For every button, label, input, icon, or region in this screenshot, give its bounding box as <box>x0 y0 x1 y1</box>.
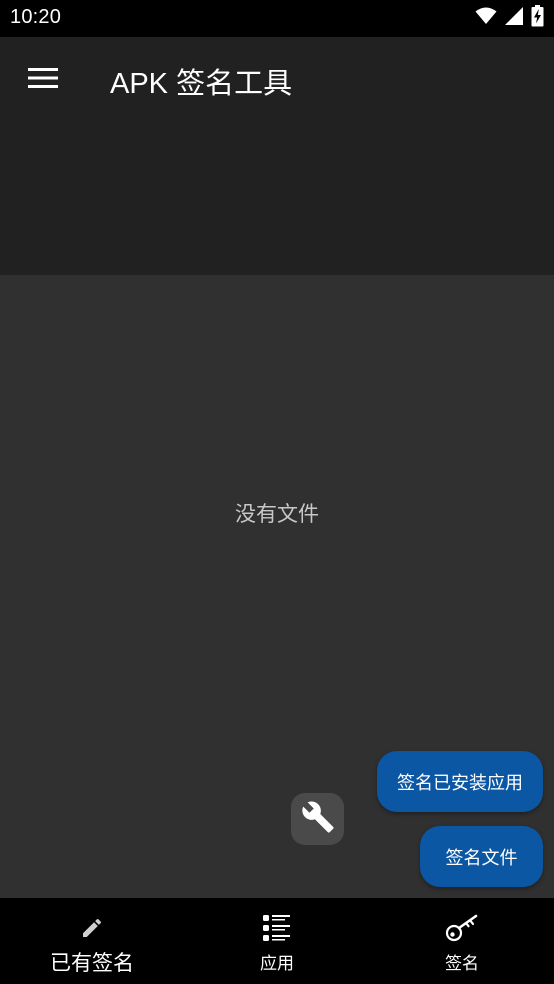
nav-label: 应用 <box>260 954 294 974</box>
bottom-navigation: 已有签名 应用 签名 <box>0 898 554 984</box>
list-icon <box>262 913 292 943</box>
status-icons <box>475 5 544 31</box>
nav-label: 签名 <box>445 954 479 974</box>
empty-state-message: 没有文件 <box>235 502 319 526</box>
wrench-icon <box>301 800 335 838</box>
pencil-icon <box>80 913 104 943</box>
sign-installed-app-button[interactable]: 签名已安装应用 <box>377 751 543 812</box>
status-bar: 10:20 <box>0 0 554 37</box>
nav-label: 已有签名 <box>50 951 134 975</box>
status-time: 10:20 <box>10 6 62 28</box>
menu-button[interactable] <box>16 57 70 103</box>
battery-charging-icon <box>531 5 544 31</box>
nav-item-sign[interactable]: 签名 <box>421 898 503 984</box>
wifi-icon <box>475 7 497 29</box>
sign-file-button[interactable]: 签名文件 <box>420 826 543 887</box>
cell-signal-icon <box>505 7 523 29</box>
nav-item-existing-signatures[interactable]: 已有签名 <box>40 898 144 984</box>
page-title: APK 签名工具 <box>110 68 293 100</box>
menu-icon <box>28 67 58 93</box>
tools-button[interactable] <box>291 793 344 845</box>
nav-item-apps[interactable]: 应用 <box>236 898 318 984</box>
key-icon <box>445 913 479 943</box>
app-bar: APK 签名工具 <box>0 37 554 275</box>
file-list-area: 没有文件 签名已安装应用 签名文件 <box>0 275 554 898</box>
